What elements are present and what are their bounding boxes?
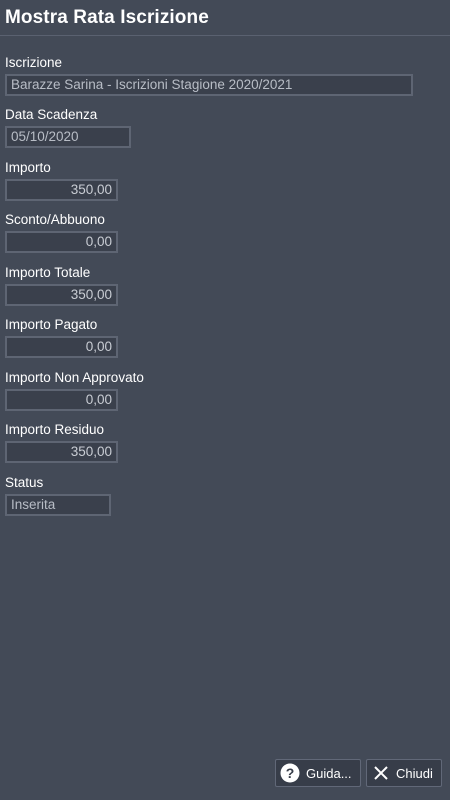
- importo-label: Importo: [5, 160, 51, 175]
- close-x-icon: [374, 766, 388, 780]
- close-button-label: Chiudi: [396, 765, 433, 781]
- iscrizione-field[interactable]: Barazze Sarina - Iscrizioni Stagione 202…: [5, 74, 413, 96]
- importo-pagato-label: Importo Pagato: [5, 317, 98, 332]
- svg-text:?: ?: [286, 765, 295, 781]
- close-button[interactable]: Chiudi: [366, 759, 442, 787]
- importo-field[interactable]: 350,00: [5, 179, 118, 201]
- page-title: Mostra Rata Iscrizione: [5, 7, 209, 28]
- iscrizione-label: Iscrizione: [5, 55, 63, 70]
- importo-totale-field[interactable]: 350,00: [5, 284, 118, 306]
- title-bar: Mostra Rata Iscrizione: [0, 0, 450, 36]
- importo-non-approvato-label: Importo Non Approvato: [5, 370, 144, 385]
- help-button-label: Guida...: [306, 765, 352, 781]
- help-button[interactable]: ? Guida...: [275, 759, 361, 787]
- sconto-abbuono-field[interactable]: 0,00: [5, 231, 118, 253]
- importo-residuo-field[interactable]: 350,00: [5, 441, 118, 463]
- data-scadenza-field[interactable]: 05/10/2020: [5, 126, 131, 148]
- question-circle-icon: ?: [280, 763, 300, 783]
- data-scadenza-label: Data Scadenza: [5, 107, 98, 122]
- sconto-abbuono-label: Sconto/Abbuono: [5, 212, 105, 227]
- status-field[interactable]: Inserita: [5, 494, 111, 516]
- importo-pagato-field[interactable]: 0,00: [5, 336, 118, 358]
- importo-non-approvato-field[interactable]: 0,00: [5, 389, 118, 411]
- importo-totale-label: Importo Totale: [5, 265, 91, 280]
- importo-residuo-label: Importo Residuo: [5, 422, 105, 437]
- status-label: Status: [5, 475, 44, 490]
